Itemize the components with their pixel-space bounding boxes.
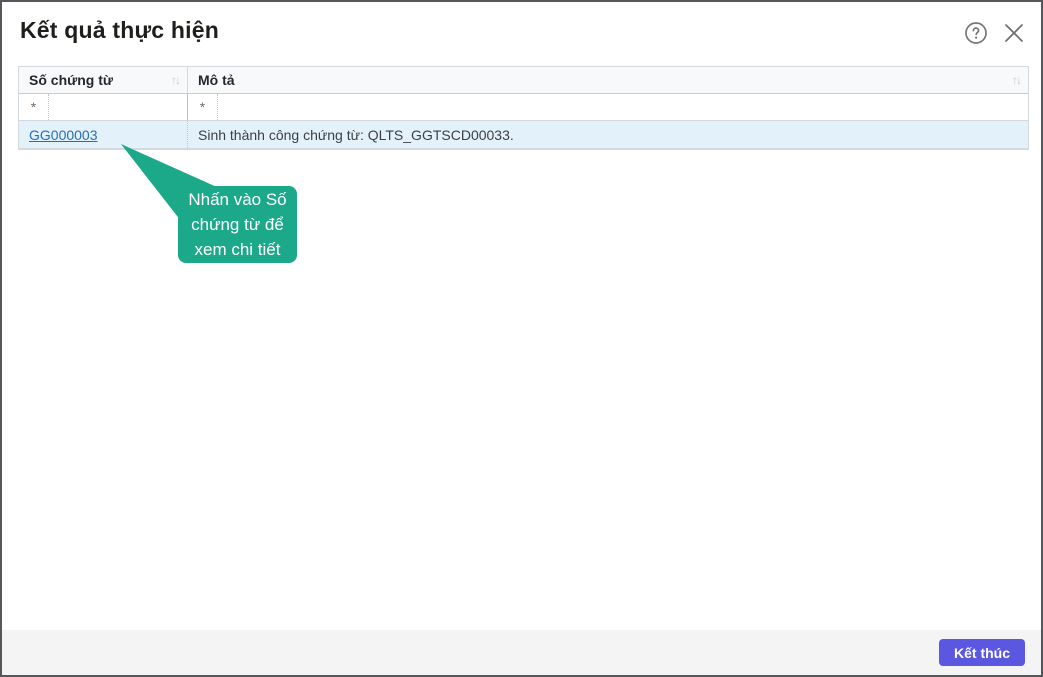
table-row[interactable]: GG000003 Sinh thành công chứng từ: QLTS_… bbox=[19, 121, 1028, 149]
finish-button[interactable]: Kết thúc bbox=[939, 639, 1025, 666]
help-icon bbox=[964, 21, 988, 48]
page-title: Kết quả thực hiện bbox=[20, 17, 219, 43]
document-number-link[interactable]: GG000003 bbox=[29, 127, 98, 143]
help-button[interactable] bbox=[962, 20, 990, 48]
filter-input-mo-ta[interactable] bbox=[218, 94, 1028, 120]
column-header-so-chung-tu[interactable]: Số chứng từ ↑↓ bbox=[19, 67, 188, 93]
filter-operator-button[interactable]: * bbox=[19, 94, 48, 120]
table-header-row: Số chứng từ ↑↓ Mô tả ↑↓ bbox=[19, 67, 1028, 94]
filter-input-so-chung-tu[interactable] bbox=[49, 94, 187, 120]
filter-cell-so-chung-tu: * bbox=[19, 94, 188, 120]
result-dialog: Kết quả thực hiện Số chứng từ ↑↓ Mô tả ↑… bbox=[0, 0, 1043, 677]
column-label: Số chứng từ bbox=[29, 72, 114, 88]
filter-cell-mo-ta: * bbox=[188, 94, 1028, 120]
cell-so-chung-tu: GG000003 bbox=[19, 121, 188, 148]
sort-icon[interactable]: ↑↓ bbox=[1012, 73, 1022, 87]
close-button[interactable] bbox=[1000, 20, 1028, 48]
results-table: Số chứng từ ↑↓ Mô tả ↑↓ * * GG000003 Sin… bbox=[18, 66, 1029, 150]
column-label: Mô tả bbox=[198, 72, 235, 88]
cell-mo-ta: Sinh thành công chứng từ: QLTS_GGTSCD000… bbox=[198, 126, 514, 143]
column-header-mo-ta[interactable]: Mô tả ↑↓ bbox=[188, 67, 1028, 93]
instruction-callout: Nhấn vào Số chứng từ để xem chi tiết bbox=[178, 186, 297, 263]
dialog-header-icons bbox=[962, 20, 1028, 48]
sort-icon[interactable]: ↑↓ bbox=[171, 73, 181, 87]
close-icon bbox=[1003, 22, 1025, 47]
dialog-footer: Kết thúc bbox=[2, 630, 1041, 675]
filter-operator-button[interactable]: * bbox=[188, 94, 217, 120]
table-filter-row: * * bbox=[19, 94, 1028, 121]
